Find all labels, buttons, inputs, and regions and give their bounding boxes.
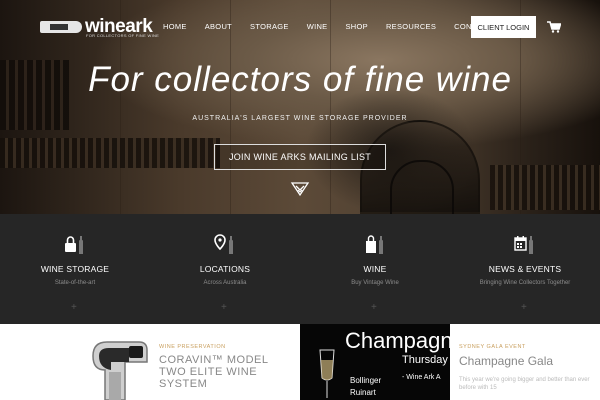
wine-rack bbox=[490, 165, 600, 210]
coravin-device-image bbox=[92, 341, 148, 400]
feature-title: NEWS & EVENTS bbox=[488, 264, 562, 274]
feature-subtitle: Buy Vintage Wine bbox=[351, 280, 399, 286]
feature-title: WINE STORAGE bbox=[40, 264, 110, 274]
champagne-event-ad[interactable]: Champagne Thursday 16th - Wine Ark A Bol… bbox=[300, 324, 450, 400]
feature-news-events[interactable]: NEWS & EVENTS Bringing Wine Collectors T… bbox=[450, 214, 600, 324]
bottle-logo-icon bbox=[40, 21, 82, 33]
hero-banner: wineark FOR COLLECTORS OF FINE WINE HOME… bbox=[0, 0, 600, 214]
hero-subtitle: AUSTRALIA'S LARGEST WINE STORAGE PROVIDE… bbox=[192, 115, 408, 122]
ad-brand: Ruinart bbox=[350, 388, 376, 397]
ad-brand: Bollinger bbox=[350, 376, 382, 385]
expand-plus-icon[interactable]: + bbox=[371, 302, 377, 313]
gala-event-card[interactable]: SYDNEY GALA EVENT Champagne Gala This ye… bbox=[450, 324, 600, 400]
nav-item-home[interactable]: HOME bbox=[163, 22, 187, 31]
feature-locations[interactable]: LOCATIONS Across Australia + bbox=[150, 214, 300, 324]
shopping-bag-bottle-icon bbox=[366, 235, 383, 254]
feature-wine[interactable]: WINE Buy Vintage Wine + bbox=[300, 214, 450, 324]
lock-bottle-icon bbox=[65, 236, 83, 254]
expand-plus-icon[interactable]: + bbox=[521, 302, 527, 313]
main-nav: HOME ABOUT STORAGE WINE SHOP RESOURCES C… bbox=[163, 22, 510, 31]
feature-title: WINE bbox=[363, 264, 387, 274]
feature-title: LOCATIONS bbox=[199, 264, 251, 274]
chevron-down-icon[interactable] bbox=[290, 181, 310, 197]
hero-title: For collectors of fine wine bbox=[88, 60, 512, 99]
join-mailing-list-button[interactable]: JOIN WINE ARKS MAILING LIST bbox=[214, 144, 386, 170]
feature-wine-storage[interactable]: WINE STORAGE State-of-the-art + bbox=[0, 214, 150, 324]
feature-subtitle: Across Australia bbox=[203, 280, 247, 286]
cart-icon[interactable] bbox=[547, 21, 561, 33]
vault-arch bbox=[330, 0, 331, 214]
feature-strip: WINE STORAGE State-of-the-art + LOCATION… bbox=[0, 214, 600, 324]
card-category: SYDNEY GALA EVENT bbox=[459, 344, 526, 350]
expand-plus-icon[interactable]: + bbox=[221, 302, 227, 313]
ad-headline: Champagne bbox=[345, 328, 450, 353]
card-title[interactable]: CORAVIN™ MODEL TWO ELITE WINE SYSTEM bbox=[159, 354, 294, 390]
promo-cards: WINE PRESERVATION CORAVIN™ MODEL TWO ELI… bbox=[0, 324, 600, 400]
nav-item-about[interactable]: ABOUT bbox=[205, 22, 232, 31]
nav-item-wine[interactable]: WINE bbox=[307, 22, 328, 31]
wine-rack bbox=[0, 138, 220, 168]
ad-organiser: - Wine Ark A bbox=[402, 374, 441, 381]
champagne-glass-image bbox=[319, 349, 335, 398]
calendar-bottle-icon bbox=[514, 236, 533, 254]
coravin-card[interactable]: WINE PRESERVATION CORAVIN™ MODEL TWO ELI… bbox=[0, 324, 300, 400]
map-pin-bottle-icon bbox=[214, 234, 233, 254]
card-title[interactable]: Champagne Gala bbox=[459, 354, 553, 368]
client-login-button[interactable]: CLIENT LOGIN bbox=[471, 16, 536, 38]
expand-plus-icon[interactable]: + bbox=[71, 302, 77, 313]
card-category: WINE PRESERVATION bbox=[159, 344, 226, 350]
nav-item-storage[interactable]: STORAGE bbox=[250, 22, 289, 31]
feature-subtitle: State-of-the-art bbox=[54, 280, 96, 286]
nav-item-shop[interactable]: SHOP bbox=[345, 22, 367, 31]
card-excerpt: This year we're going bigger and better … bbox=[459, 377, 590, 391]
nav-item-resources[interactable]: RESOURCES bbox=[386, 22, 436, 31]
feature-subtitle: Bringing Wine Collectors Together bbox=[479, 280, 571, 286]
site-logo[interactable]: wineark FOR COLLECTORS OF FINE WINE bbox=[40, 16, 159, 38]
ad-date: Thursday 16th bbox=[402, 354, 450, 366]
vault-arch bbox=[230, 0, 231, 214]
logo-tagline: FOR COLLECTORS OF FINE WINE bbox=[86, 33, 160, 38]
